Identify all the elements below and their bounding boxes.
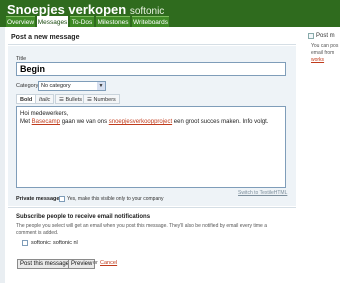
italic-button[interactable]: Italic <box>35 94 55 104</box>
or-text: or <box>93 260 98 266</box>
sidebar <box>303 27 340 283</box>
switch-editor-link[interactable]: Switch to TextileHTML <box>238 190 287 196</box>
subscribe-title: Subscribe people to receive email notifi… <box>16 214 151 220</box>
body-text: een groot succes maken. Info volgt. <box>172 119 269 125</box>
category-value: No category <box>41 83 71 89</box>
bold-button[interactable]: Bold <box>16 94 37 104</box>
post-message-button[interactable]: Post this message <box>17 259 73 269</box>
numbers-label: Numbers <box>93 97 116 103</box>
private-text: Yes, make this visible only to your comp… <box>67 196 164 202</box>
section-title: Post a new message <box>11 34 80 41</box>
project-link[interactable]: snoepjesverkoopproject <box>109 119 172 125</box>
tab-todos[interactable]: To-Dos <box>70 16 94 27</box>
divider <box>8 207 296 208</box>
numbers-button[interactable]: ☰ Numbers <box>83 94 120 104</box>
tab-writeboards[interactable]: Writeboards <box>132 16 169 27</box>
sidebar-text: You can pos email from works <box>311 43 340 64</box>
tab-milestones[interactable]: Milestones <box>96 16 130 27</box>
private-checkbox[interactable] <box>59 196 65 202</box>
preview-button[interactable]: Preview <box>68 259 96 269</box>
cancel-link[interactable]: Cancel <box>100 260 117 266</box>
body-line-2: Met Basecamp gaan we van ons snoepjesver… <box>20 118 282 126</box>
body-text: gaan we van ons <box>60 119 109 125</box>
bullets-label: Bullets <box>65 97 82 103</box>
sidebar-line-2: email from <box>311 50 335 56</box>
project-name: Snoepjes verkopen <box>7 2 127 17</box>
category-select[interactable]: No category ▼ <box>38 81 106 91</box>
sidebar-title: Post m <box>316 33 335 39</box>
bullets-button[interactable]: ☰ Bullets <box>55 94 86 104</box>
title-input[interactable]: Begin <box>16 62 286 76</box>
email-icon <box>308 33 314 39</box>
body-text: Met <box>20 119 32 125</box>
tab-bar: Overview Messages To-Dos Milestones Writ… <box>0 16 340 27</box>
tab-overview[interactable]: Overview <box>6 16 35 27</box>
subscribe-description: The people you select will get an email … <box>16 223 267 236</box>
category-label: Category <box>16 83 39 89</box>
chevron-down-icon: ▼ <box>97 82 105 90</box>
basecamp-link[interactable]: Basecamp <box>32 119 60 125</box>
message-body-textarea[interactable]: Hoi medewerkers, Met Basecamp gaan we va… <box>16 106 286 188</box>
subscriber-checkbox[interactable] <box>22 240 28 246</box>
divider <box>8 44 296 45</box>
tab-messages[interactable]: Messages <box>37 16 68 27</box>
subscriber-name: softonic: softonic nl <box>31 240 78 246</box>
private-label: Private message? <box>16 196 63 202</box>
sidebar-line-1: You can pos <box>311 43 339 49</box>
body-line-1: Hoi medewerkers, <box>20 111 69 117</box>
sidebar-link[interactable]: works <box>311 57 340 64</box>
